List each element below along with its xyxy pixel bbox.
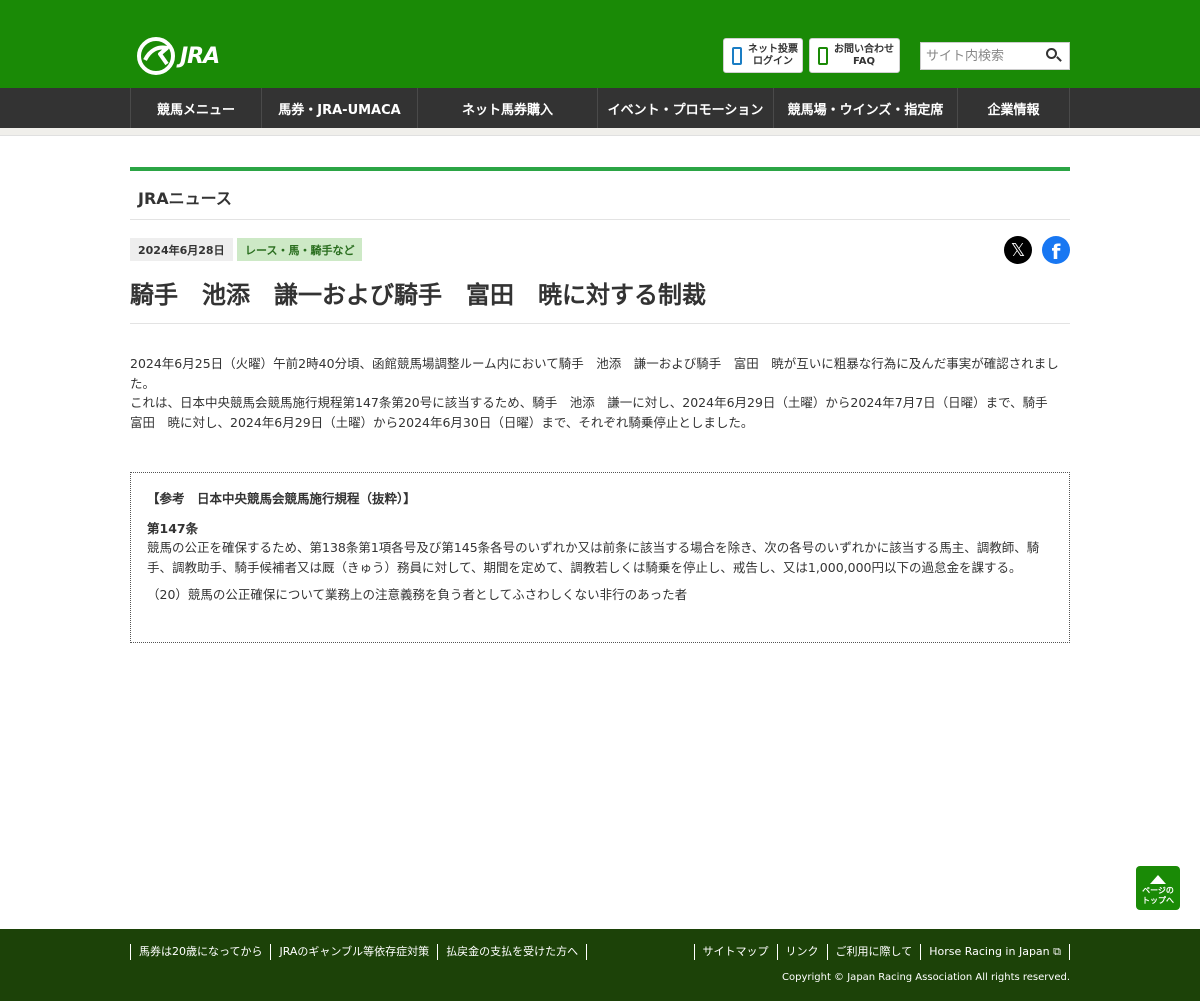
- footer-link-sitemap[interactable]: サイトマップ: [695, 944, 778, 960]
- search-icon[interactable]: [1041, 44, 1065, 68]
- nav-divider-strip: [0, 128, 1200, 136]
- article-paragraph: 2024年6月25日（火曜）午前2時40分頃、函館競馬場調整ルーム内において騎手…: [130, 356, 1059, 391]
- reference-box: 【参考 日本中央競馬会競馬施行規程（抜粋）】 第147条 競馬の公正を確保するた…: [130, 472, 1070, 643]
- article-body: 2024年6月25日（火曜）午前2時40分頃、函館競馬場調整ルーム内において騎手…: [130, 354, 1070, 432]
- reference-item: （20）競馬の公正確保について業務上の注意義務を負う者としてふさわしくない非行の…: [147, 587, 688, 602]
- x-logo-icon: 𝕏: [1010, 239, 1026, 261]
- jra-logo[interactable]: JRA: [136, 36, 236, 76]
- logo-text: JRA: [180, 43, 220, 69]
- page-top-button[interactable]: ページの トップへ: [1136, 866, 1180, 910]
- copyright: Copyright © Japan Racing Association All…: [782, 972, 1070, 983]
- article-title: 騎手 池添 謙一および騎手 富田 暁に対する制裁: [130, 281, 706, 309]
- facebook-logo-icon: f: [1051, 240, 1061, 264]
- login-line1: ネット投票: [748, 43, 798, 55]
- nav-item-keiba-menu[interactable]: 競馬メニュー: [131, 88, 262, 128]
- footer-link-terms[interactable]: ご利用に際して: [828, 944, 922, 960]
- article-paragraph: これは、日本中央競馬会競馬施行規程第147条第20号に該当するため、騎手 池添 …: [130, 395, 1061, 430]
- nav-item-net-baken[interactable]: ネット馬券購入: [418, 88, 598, 128]
- net-vote-login-button[interactable]: ネット投票 ログイン: [723, 38, 803, 73]
- global-nav: 競馬メニュー 馬券・JRA-UMACA ネット馬券購入 イベント・プロモーション…: [0, 88, 1200, 128]
- site-search: [920, 42, 1070, 70]
- section-accent-bar: [130, 167, 1070, 171]
- footer-link-horse-racing-in-japan[interactable]: Horse Racing in Japan ⧉: [921, 944, 1070, 960]
- footer-link-age-notice[interactable]: 馬券は20歳になってから: [131, 944, 272, 960]
- category-badge: レース・馬・騎手など: [237, 238, 363, 261]
- site-header: JRA ネット投票 ログイン お問い合わせ FAQ: [0, 0, 1200, 88]
- contact-faq-button[interactable]: お問い合わせ FAQ: [809, 38, 900, 73]
- footer-links-right: サイトマップ リンク ご利用に際して Horse Racing in Japan…: [693, 944, 1070, 960]
- footer-link-links[interactable]: リンク: [778, 944, 828, 960]
- divider: [130, 219, 1070, 220]
- reference-heading: 【参考 日本中央競馬会競馬施行規程（抜粋）】: [147, 491, 416, 506]
- nav-item-baken-umaca[interactable]: 馬券・JRA-UMACA: [262, 88, 418, 128]
- page-top-line1: ページの: [1142, 886, 1174, 895]
- phone-icon: [818, 46, 828, 65]
- site-footer: 馬券は20歳になってから JRAのギャンブル等依存症対策 払戻金の支払を受けた方…: [0, 929, 1200, 1001]
- nav-item-corporate[interactable]: 企業情報: [958, 88, 1070, 128]
- faq-line2: FAQ: [853, 55, 875, 67]
- search-input[interactable]: [921, 44, 1041, 68]
- nav-item-racecourses[interactable]: 競馬場・ウインズ・指定席: [774, 88, 958, 128]
- jra-logo-icon: [137, 37, 175, 75]
- reference-text: 競馬の公正を確保するため、第138条第1項各号及び第145条各号のいずれか又は前…: [147, 540, 1040, 575]
- page-top-line2: トップへ: [1142, 896, 1174, 905]
- phone-icon: [732, 46, 742, 65]
- footer-links-left: 馬券は20歳になってから JRAのギャンブル等依存症対策 払戻金の支払を受けた方…: [130, 944, 588, 960]
- footer-link-gambling-addiction[interactable]: JRAのギャンブル等依存症対策: [271, 944, 439, 960]
- login-line2: ログイン: [753, 55, 793, 67]
- article-date: 2024年6月28日: [130, 238, 233, 261]
- arrow-up-icon: [1150, 875, 1166, 884]
- faq-line1: お問い合わせ: [834, 43, 894, 55]
- footer-link-payout[interactable]: 払戻金の支払を受けた方へ: [438, 944, 588, 960]
- nav-item-events[interactable]: イベント・プロモーション: [598, 88, 774, 128]
- facebook-share-button[interactable]: f: [1042, 236, 1070, 264]
- reference-article-number: 第147条: [147, 521, 199, 536]
- page-top-label: ページの トップへ: [1142, 886, 1174, 906]
- section-title: JRAニュース: [138, 189, 232, 208]
- divider: [130, 323, 1070, 324]
- login-button-label: ネット投票 ログイン: [748, 44, 798, 68]
- x-share-button[interactable]: 𝕏: [1004, 236, 1032, 264]
- faq-button-label: お問い合わせ FAQ: [834, 44, 894, 68]
